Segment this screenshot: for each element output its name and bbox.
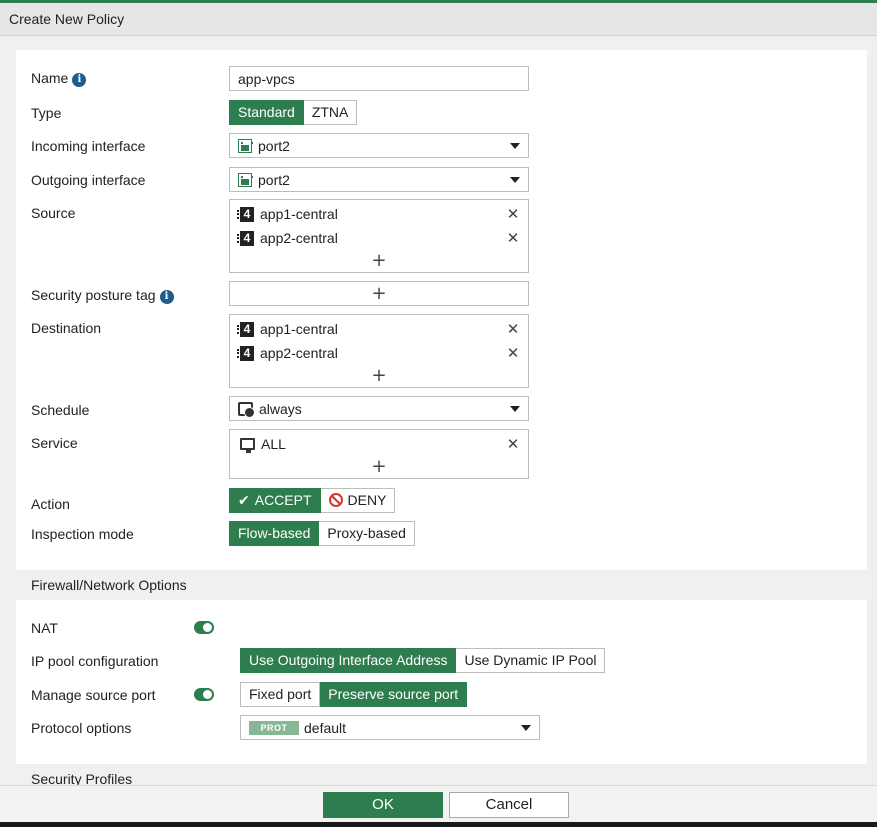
protocol-options-select[interactable]: PROT default [240, 715, 540, 740]
schedule-icon [238, 401, 255, 418]
policy-form: Namei Type Standard ZTNA Incoming interf… [16, 50, 867, 790]
source-label: Source [31, 205, 76, 221]
add-destination-button[interactable]: + [230, 365, 528, 387]
incoming-interface-select[interactable]: port2 [229, 133, 529, 158]
source-field: 4 app1-central ✕ 4 app2-central ✕ + [229, 199, 529, 273]
security-posture-tag-field: + [229, 281, 529, 306]
type-label: Type [31, 105, 62, 121]
chevron-down-icon [510, 142, 520, 149]
inspection-mode-selector: Flow-based Proxy-based [229, 521, 415, 546]
manage-source-port-label: Manage source port [31, 687, 156, 703]
add-source-button[interactable]: + [230, 250, 528, 272]
service-field: ALL ✕ + [229, 429, 529, 479]
service-entry: ALL ✕ [230, 432, 528, 456]
destination-entry: 4 app1-central ✕ [230, 317, 528, 341]
firewall-network-options-header: Firewall/Network Options [16, 570, 867, 600]
service-icon [240, 438, 255, 453]
action-label: Action [31, 496, 70, 512]
nat-label: NAT [31, 620, 58, 636]
name-label: Name i [31, 70, 87, 87]
source-entry: 4 app2-central ✕ [230, 226, 528, 250]
check-icon: ✔ [238, 493, 250, 509]
inspection-mode-label: Inspection mode [31, 526, 134, 542]
flow-based-option[interactable]: Flow-based [229, 521, 320, 546]
remove-icon[interactable]: ✕ [506, 205, 520, 223]
interface-icon [238, 172, 253, 187]
remove-icon[interactable]: ✕ [506, 320, 520, 338]
remove-icon[interactable]: ✕ [506, 229, 520, 247]
address-icon: 4 [237, 230, 254, 246]
outgoing-interface-select[interactable]: port2 [229, 167, 529, 192]
address-icon: 4 [237, 345, 254, 361]
preserve-source-port-option[interactable]: Preserve source port [320, 682, 468, 707]
protocol-badge: PROT [249, 720, 299, 735]
schedule-value: always [259, 400, 302, 417]
fixed-port-option[interactable]: Fixed port [240, 682, 321, 707]
page-title: Create New Policy [9, 11, 125, 27]
type-ztna-option[interactable]: ZTNA [303, 100, 358, 125]
service-label: Service [31, 435, 78, 451]
outgoing-interface-value: port2 [258, 171, 290, 188]
type-selector: Standard ZTNA [229, 100, 358, 125]
address-icon: 4 [237, 206, 254, 222]
schedule-select[interactable]: always [229, 396, 529, 421]
outgoing-interface-label: Outgoing interface [31, 172, 146, 188]
manage-source-port-toggle[interactable] [194, 688, 214, 701]
proxy-based-option[interactable]: Proxy-based [319, 521, 415, 546]
incoming-interface-label: Incoming interface [31, 138, 146, 154]
protocol-options-label: Protocol options [31, 720, 132, 736]
deny-button[interactable]: DENY [320, 488, 396, 513]
protocol-options-value: default [304, 719, 347, 736]
chevron-down-icon [510, 176, 520, 183]
destination-field: 4 app1-central ✕ 4 app2-central ✕ + [229, 314, 529, 388]
info-icon[interactable]: i [72, 73, 87, 87]
ip-pool-selector: Use Outgoing Interface Address Use Dynam… [240, 648, 606, 673]
schedule-label: Schedule [31, 402, 90, 418]
security-posture-tag-label: Security posture tag i [31, 287, 174, 304]
accept-button[interactable]: ✔ ACCEPT [229, 488, 321, 513]
address-icon: 4 [237, 321, 254, 337]
add-posture-tag-button[interactable]: + [230, 282, 528, 305]
name-input[interactable] [229, 66, 529, 91]
chevron-down-icon [521, 724, 531, 731]
ip-pool-configuration-label: IP pool configuration [31, 653, 159, 669]
interface-icon [238, 138, 253, 153]
action-selector: ✔ ACCEPT DENY [229, 488, 396, 513]
incoming-interface-value: port2 [258, 137, 290, 154]
type-standard-option[interactable]: Standard [229, 100, 304, 125]
bottom-edge [0, 822, 877, 827]
remove-icon[interactable]: ✕ [506, 435, 520, 453]
deny-icon [328, 493, 343, 507]
nat-toggle[interactable] [194, 621, 214, 634]
ok-button[interactable]: OK [323, 792, 443, 818]
source-entry: 4 app1-central ✕ [230, 202, 528, 226]
use-outgoing-interface-address-option[interactable]: Use Outgoing Interface Address [240, 648, 457, 673]
dialog-header: Create New Policy [0, 3, 877, 36]
info-icon[interactable]: i [159, 290, 174, 304]
source-port-selector: Fixed port Preserve source port [240, 682, 468, 707]
use-dynamic-ip-pool-option[interactable]: Use Dynamic IP Pool [456, 648, 606, 673]
destination-label: Destination [31, 320, 102, 336]
dialog-footer: OK Cancel [0, 785, 877, 827]
destination-entry: 4 app2-central ✕ [230, 341, 528, 365]
add-service-button[interactable]: + [230, 456, 528, 478]
remove-icon[interactable]: ✕ [506, 344, 520, 362]
cancel-button[interactable]: Cancel [449, 792, 569, 818]
chevron-down-icon [510, 405, 520, 412]
